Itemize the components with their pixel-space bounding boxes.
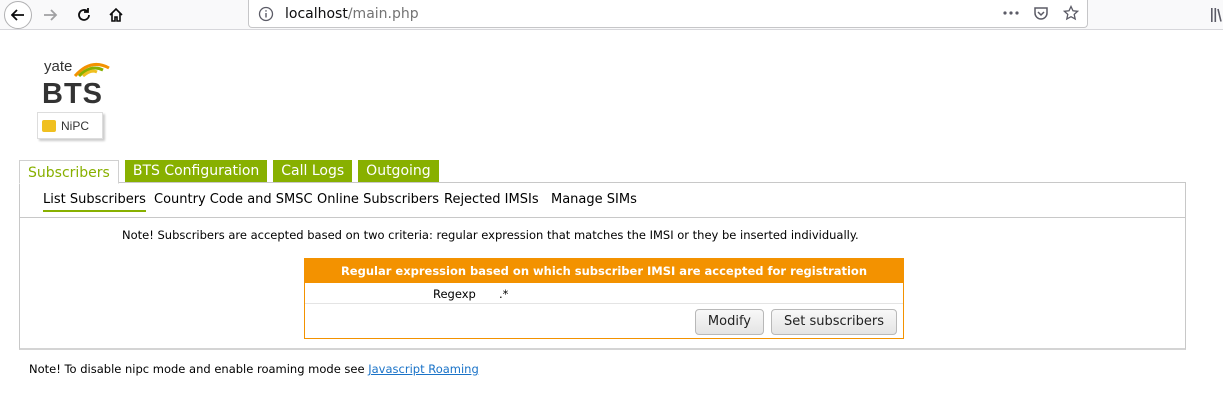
subtab-manage-sims[interactable]: Manage SIMs (551, 192, 637, 207)
tab-bts-configuration[interactable]: BTS Configuration (124, 160, 268, 183)
info-icon[interactable] (258, 6, 274, 22)
signal-arcs-icon (73, 62, 110, 78)
nipc-label: NiPC (61, 118, 90, 133)
regex-row: Regexp .* (305, 283, 903, 304)
roaming-note-text: Note! To disable nipc mode and enable ro… (29, 362, 369, 376)
subtab-online-subscribers[interactable]: Online Subscribers (317, 192, 439, 207)
criteria-note: Note! Subscribers are accepted based on … (122, 228, 859, 242)
subtab-rejected-imsis[interactable]: Rejected IMSIs (444, 192, 539, 207)
subtab-country-code-smsc[interactable]: Country Code and SMSC (154, 192, 313, 207)
home-button[interactable] (101, 1, 131, 29)
reload-icon (76, 7, 92, 23)
sim-card-icon (42, 119, 56, 132)
content-panel: List Subscribers Country Code and SMSC O… (19, 182, 1186, 350)
url-bar[interactable]: localhost/main.php (248, 0, 1088, 28)
tab-outgoing[interactable]: Outgoing (358, 160, 439, 183)
home-icon (108, 7, 124, 23)
subtab-list-subscribers[interactable]: List Subscribers (43, 192, 146, 212)
set-subscribers-button[interactable]: Set subscribers (771, 309, 897, 335)
forward-arrow-icon (43, 8, 59, 22)
tab-subscribers[interactable]: Subscribers (19, 160, 119, 184)
back-arrow-icon (4, 1, 32, 29)
url-host: localhost (285, 5, 348, 22)
roaming-note: Note! To disable nipc mode and enable ro… (29, 362, 479, 376)
logo-text-bts: BTS (42, 78, 103, 110)
url-path: /main.php (347, 5, 419, 22)
regex-buttons: Modify Set subscribers (694, 309, 897, 335)
regex-panel-title: Regular expression based on which subscr… (305, 259, 903, 283)
library-icon[interactable] (1210, 7, 1222, 27)
tab-call-logs[interactable]: Call Logs (273, 160, 353, 183)
subtabs: List Subscribers Country Code and SMSC O… (20, 183, 1185, 218)
url-text: localhost/main.php (285, 6, 419, 22)
bookmark-star-icon[interactable] (1063, 5, 1079, 21)
reload-button[interactable] (69, 1, 99, 29)
regex-panel: Regular expression based on which subscr… (304, 258, 904, 339)
logo-text-yate: yate (44, 58, 73, 75)
back-button[interactable] (3, 1, 33, 29)
main-tabs: Subscribers BTS Configuration Call Logs … (19, 160, 439, 184)
regexp-label: Regexp (433, 287, 476, 301)
regexp-value: .* (499, 287, 509, 301)
browser-toolbar: localhost/main.php (0, 0, 1223, 30)
forward-button[interactable] (36, 1, 66, 29)
pocket-icon[interactable] (1033, 5, 1049, 21)
yatebts-logo: yate BTS NiPC (37, 54, 115, 142)
javascript-roaming-link[interactable]: Javascript Roaming (368, 362, 479, 376)
more-icon[interactable] (1003, 11, 1019, 15)
nipc-badge: NiPC (37, 112, 103, 139)
modify-button[interactable]: Modify (694, 309, 764, 335)
